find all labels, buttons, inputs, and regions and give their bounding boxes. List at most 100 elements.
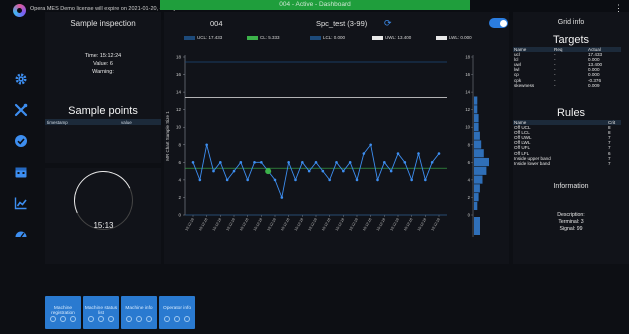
y-tick-label: 18 [176,55,182,60]
tile-operator-info[interactable]: Operator info [159,296,195,329]
legend-swatch [247,35,258,40]
x-tick-label: 15:12:18 [225,218,235,232]
data-point [321,169,325,173]
histogram-bar [474,157,489,167]
table-cell-actual: 0.009 [588,82,600,88]
refresh-icon[interactable]: ⟳ [384,18,392,29]
data-point [253,161,256,164]
data-point [328,178,331,182]
legend-ucl: UCL: 17.433 [184,35,222,40]
data-point [383,161,386,164]
gear-icon[interactable] [14,72,28,86]
calendar-icon[interactable] [14,165,28,179]
chart-name: Spc_test (3-99) [316,19,368,28]
x-tick-label: 15:12:18 [376,218,386,232]
dashboard-gauge-icon[interactable] [14,227,28,241]
data-point [239,161,243,164]
data-point [362,152,366,155]
x-tick-label: 15:12:18 [212,218,222,232]
histogram-bar [474,184,480,193]
data-point [232,169,236,173]
inspection-value: Value: 6 [93,61,113,67]
data-point [437,152,441,155]
x-tick-label: 15:12:18 [335,218,345,232]
y-tick-label: 10 [176,125,182,130]
histogram-tick-label: 8 [468,142,471,147]
data-point [417,152,420,155]
legend-label: LWL: 0.000 [449,35,472,40]
legend-label: CL: 5.333 [260,35,280,40]
y-tick-label: 16 [176,72,182,77]
y-axis-label: MR Chart Sample Size 1 [165,111,170,161]
information-details: Description: Terminal: 3 Signal: 99 [513,212,629,233]
y-tick-label: 6 [178,160,181,165]
app-logo [13,4,26,17]
status-text: 004 - Active - Dashboard [279,1,351,8]
data-point [314,161,318,164]
tile-label: Machine registration [51,306,75,316]
tile-machine-registration[interactable]: Machine registration [45,296,81,329]
chart-id: 004 [210,19,223,28]
data-point [403,161,407,164]
information-signal: Signal: 99 [559,226,583,232]
data-point [219,161,222,164]
tile-machine-status-list[interactable]: Machine status list [83,296,119,329]
rules-title: Rules [556,107,586,119]
table-row[interactable]: Inside lower band 7 [513,161,621,166]
sample-points-table-header: timestamp value [45,119,161,125]
legend-swatch [184,35,195,40]
data-point [301,161,304,164]
app-root: Opera MES Demo license will expire on 20… [0,0,629,334]
data-point [294,178,297,182]
tile-machine-info[interactable]: Machine info [121,296,157,329]
tile-status-icons [50,316,76,322]
table-cell-name: Inside lower band [514,160,551,166]
table-row[interactable]: skewness - 0.009 [513,83,621,88]
legend-swatch [372,35,383,40]
histogram-bar [474,201,478,211]
data-point [225,178,229,182]
targets-table-body: ucl -17.433 lcl -0.000 uwl -13.400 lwl -0.000 cp… [513,52,621,88]
histogram-bar [474,131,480,140]
data-point [246,178,249,182]
data-point [369,143,372,147]
histogram-bar [474,193,479,202]
column-header-timestamp[interactable]: timestamp [47,120,68,125]
data-point [424,178,427,182]
histogram-tick-label: 0 [468,213,471,218]
data-point [376,178,379,182]
check-circle-icon[interactable] [14,134,28,148]
x-tick-label: 15:12:18 [253,218,263,232]
data-point [260,161,263,164]
y-tick-label: 12 [176,107,182,112]
data-point [410,178,413,182]
tools-icon[interactable] [14,103,28,117]
histogram-bar [474,175,483,184]
histogram-tick-label: 2 [468,195,471,200]
table-cell-crit: 7 [608,160,611,166]
y-tick-label: 14 [176,90,182,95]
x-tick-label: 15:12:18 [280,218,290,232]
rules-table: Name Crit Off UCL 8 Off LCL 8 Off UWL 7 Off LW… [513,120,621,166]
legend-lwl: LWL: 0.000 [436,35,472,40]
y-tick-label: 2 [178,195,181,200]
histogram-tick-label: 12 [465,107,470,112]
sample-points-title: Sample points [68,105,138,117]
data-point [280,196,284,199]
x-tick-label: 15:12:18 [184,218,194,232]
data-point [342,169,345,173]
data-point [191,161,195,164]
histogram-bar [474,140,482,149]
inspection-warning: Warning: [92,69,114,75]
column-header-value[interactable]: value [121,120,132,125]
histogram-bar [474,105,478,114]
legend-label: UCL: 17.433 [197,35,223,40]
grid-info-title: Grid info [557,19,585,26]
data-point [335,161,338,164]
data-point [396,152,400,155]
sample-inspection-panel: Sample inspection Time: 15:12:24 Value: … [45,12,161,163]
trend-chart-icon[interactable] [14,196,28,210]
targets-table: Name Req Actual ucl -17.433 lcl -0.000 uwl -1… [513,47,621,88]
view-toggle-switch[interactable] [489,18,508,28]
x-tick-label: 15:12:18 [266,218,276,232]
